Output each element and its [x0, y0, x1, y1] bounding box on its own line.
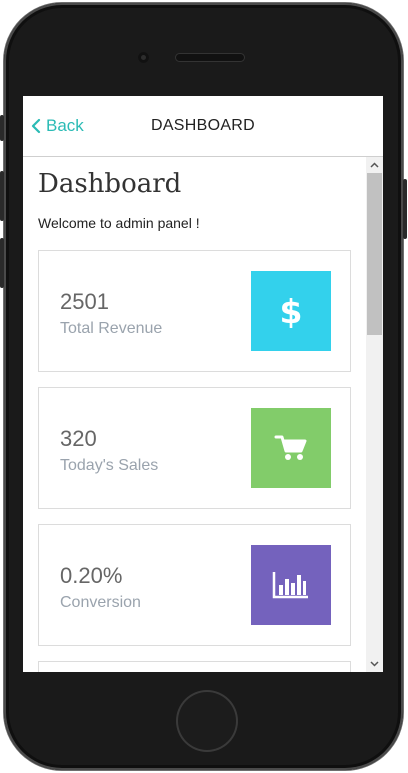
- conversion-icon-tile: [251, 545, 331, 625]
- dollar-icon: $: [280, 293, 303, 329]
- svg-text:$: $: [280, 293, 303, 329]
- revenue-icon-tile: $: [251, 271, 331, 351]
- volume-up-button: [0, 171, 4, 221]
- app-screen: Back DASHBOARD Dashboard Welcome to admi…: [23, 96, 383, 672]
- scroll-thumb[interactable]: [367, 173, 382, 335]
- navigation-bar: Back DASHBOARD: [23, 96, 383, 157]
- stat-card-partial[interactable]: [38, 661, 351, 672]
- earpiece-speaker: [176, 54, 244, 61]
- scroll-down-arrow[interactable]: [366, 657, 383, 671]
- stat-card-sales[interactable]: 320 Today's Sales: [38, 387, 351, 509]
- home-button[interactable]: [176, 690, 238, 752]
- chevron-up-icon: [370, 162, 379, 168]
- welcome-text: Welcome to admin panel !: [38, 215, 200, 231]
- stat-label: Today's Sales: [60, 457, 159, 474]
- sales-icon-tile: [251, 408, 331, 488]
- chevron-down-icon: [370, 661, 379, 667]
- power-button: [403, 179, 407, 239]
- stat-value: 2501: [60, 289, 109, 314]
- page-title: Dashboard: [38, 169, 182, 199]
- cart-icon: [274, 435, 307, 460]
- scroll-up-arrow[interactable]: [366, 158, 383, 172]
- volume-down-button: [0, 238, 4, 288]
- stat-card-conversion[interactable]: 0.20% Conversion: [38, 524, 351, 646]
- mute-switch: [0, 115, 4, 141]
- stat-card-revenue[interactable]: 2501 Total Revenue $: [38, 250, 351, 372]
- stat-value: 320: [60, 426, 97, 451]
- stat-value: 0.20%: [60, 563, 123, 588]
- front-camera: [138, 52, 149, 63]
- scroll-content[interactable]: Dashboard Welcome to admin panel ! 2501 …: [23, 157, 366, 672]
- stat-label: Conversion: [60, 594, 141, 611]
- bar-chart-icon: [272, 572, 308, 599]
- stat-label: Total Revenue: [60, 320, 163, 337]
- nav-title: DASHBOARD: [150, 117, 256, 134]
- vertical-scrollbar[interactable]: [366, 157, 383, 672]
